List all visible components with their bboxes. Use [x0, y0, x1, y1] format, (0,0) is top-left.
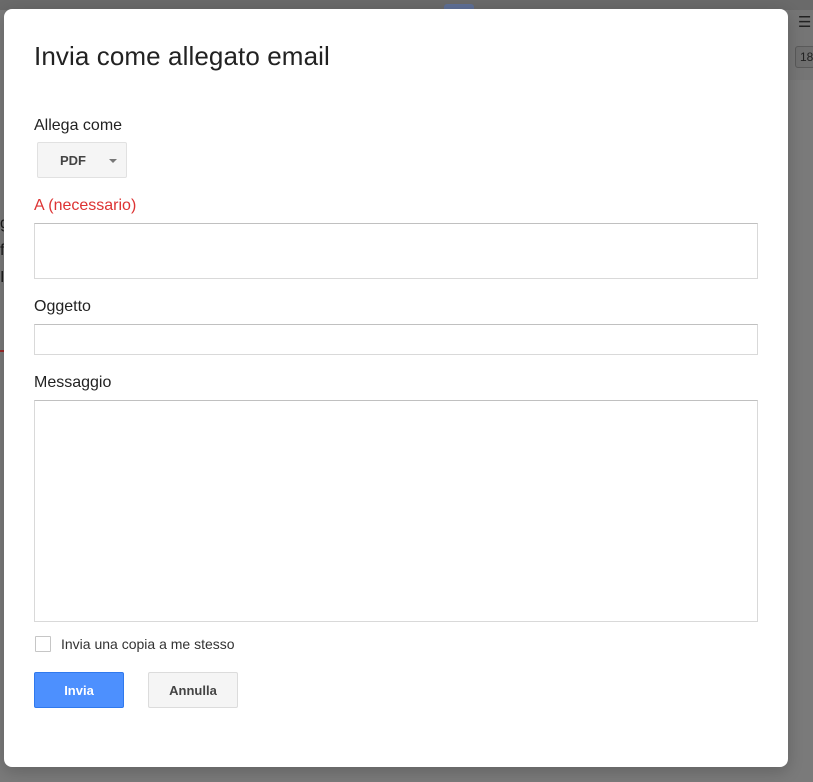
- subject-input[interactable]: [34, 324, 758, 355]
- message-label: Messaggio: [34, 374, 112, 391]
- cancel-button[interactable]: Annulla: [148, 672, 238, 708]
- send-copy-row: Invia una copia a me stesso: [35, 636, 235, 652]
- send-copy-label[interactable]: Invia una copia a me stesso: [61, 636, 235, 652]
- to-input[interactable]: [34, 223, 758, 279]
- dialog-title: Invia come allegato email: [34, 41, 330, 71]
- message-textarea[interactable]: [34, 400, 758, 622]
- attach-as-label: Allega come: [34, 117, 123, 134]
- subject-label: Oggetto: [34, 298, 91, 315]
- indent-icon: ☰: [798, 13, 812, 31]
- chevron-down-icon: [109, 159, 117, 163]
- email-attachment-dialog: Invia come allegato email Allega come PD…: [4, 9, 788, 767]
- attach-format-value: PDF: [60, 152, 86, 168]
- to-label-text: A: [34, 197, 44, 214]
- attach-format-dropdown[interactable]: PDF: [37, 142, 127, 178]
- background-font-size-box: 18: [795, 46, 813, 68]
- send-copy-checkbox[interactable]: [35, 636, 51, 652]
- required-note: (necessario): [48, 197, 137, 214]
- to-label: A (necessario): [34, 197, 136, 215]
- send-button[interactable]: Invia: [34, 672, 124, 708]
